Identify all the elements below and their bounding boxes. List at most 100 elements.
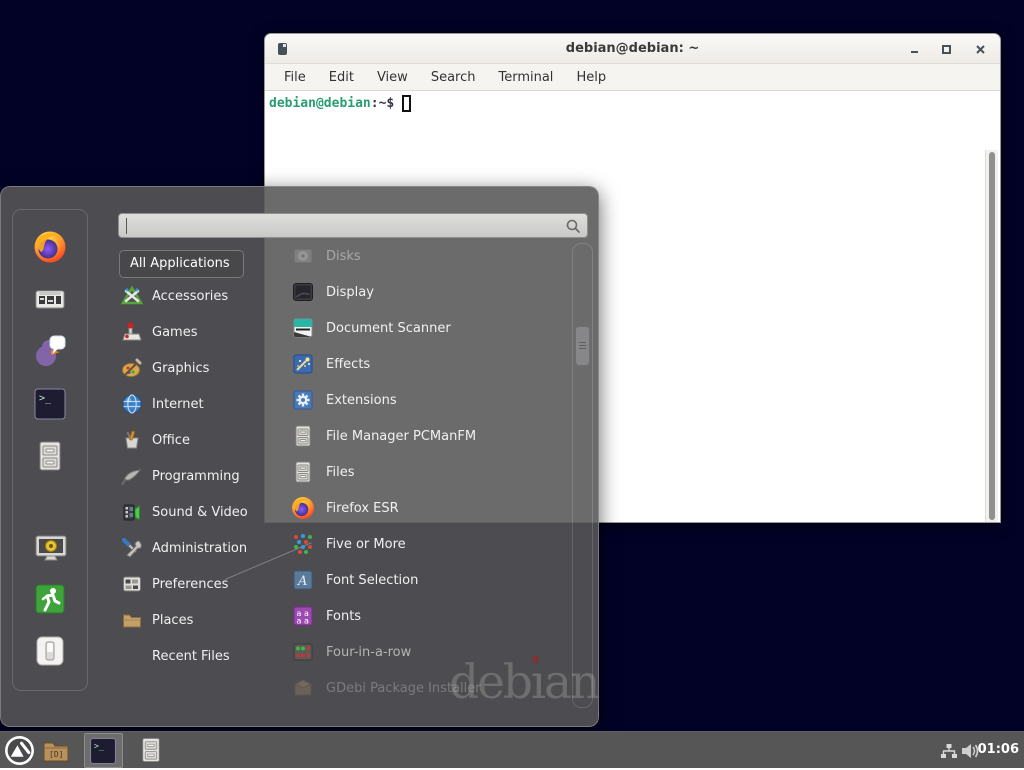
app-label: Effects [326, 357, 370, 372]
category-accessories[interactable]: Accessories [121, 278, 286, 314]
terminal-scrollbar[interactable] [985, 150, 998, 522]
svg-text:A: A [297, 574, 307, 589]
scrollbar-thumb[interactable] [989, 152, 995, 520]
display-icon [291, 280, 315, 304]
category-all-applications[interactable]: All Applications [119, 250, 244, 278]
terminal-menubar: File Edit View Search Terminal Help [265, 64, 1000, 91]
administration-icon [121, 537, 143, 559]
app-extensions[interactable]: Extensions [291, 382, 571, 418]
menu-search[interactable]: Search [431, 70, 476, 85]
terminal-title: debian@debian: ~ [265, 41, 1000, 56]
lock-screen-icon [33, 530, 69, 566]
app-display[interactable]: Display [291, 274, 571, 310]
prompt-suffix: :~$ [371, 96, 394, 111]
menu-button[interactable] [4, 735, 35, 770]
menu-view[interactable]: View [377, 70, 408, 85]
menu-edit[interactable]: Edit [329, 70, 354, 85]
file-cabinet-icon [291, 424, 315, 448]
menu-help[interactable]: Help [576, 70, 606, 85]
accessories-icon [121, 285, 143, 307]
app-label: Four-in-a-row [326, 645, 411, 660]
category-places[interactable]: Places [121, 602, 286, 638]
log-out-button[interactable] [33, 582, 67, 616]
category-label: Programming [152, 469, 240, 484]
preferences-icon [121, 573, 143, 595]
app-fonts[interactable]: a a a a Fonts [291, 598, 571, 634]
file-cabinet-icon [33, 439, 67, 473]
menu-terminal[interactable]: Terminal [498, 70, 553, 85]
app-label: GDebi Package Installer [326, 681, 481, 696]
category-recent-files[interactable]: Recent Files [121, 638, 286, 674]
favorite-file-manager[interactable] [33, 439, 67, 473]
maximize-button[interactable] [942, 45, 951, 54]
disks-icon [291, 244, 315, 268]
app-font-selection[interactable]: A Font Selection [291, 562, 571, 598]
terminal-icon: >_ [33, 387, 67, 421]
search-icon [565, 218, 581, 234]
lock-screen-button[interactable] [33, 530, 67, 564]
category-label: Games [152, 325, 197, 340]
category-label: Accessories [152, 289, 228, 304]
programming-icon [121, 465, 143, 487]
category-programming[interactable]: Programming [121, 458, 286, 494]
app-five-or-more[interactable]: Five or More [291, 526, 571, 562]
app-label: Font Selection [326, 573, 418, 588]
network-tray-icon[interactable] [940, 743, 958, 763]
category-administration[interactable]: Administration [121, 530, 286, 566]
taskbar-file-cabinet[interactable] [137, 736, 165, 768]
internet-globe-icon [121, 393, 143, 415]
category-sound-video[interactable]: Sound & Video [121, 494, 286, 530]
menu-logo-icon [4, 735, 35, 766]
minimize-button[interactable] [911, 51, 918, 53]
category-games[interactable]: Games [121, 314, 286, 350]
launcher-panel-icon [33, 282, 67, 316]
favorite-terminal[interactable]: >_ [33, 387, 67, 421]
taskbar-file-manager[interactable]: [D] [41, 736, 71, 770]
search-input[interactable] [118, 213, 588, 238]
app-document-scanner[interactable]: Document Scanner [291, 310, 571, 346]
app-file-manager-pcmanfm[interactable]: File Manager PCManFM [291, 418, 571, 454]
category-label: Graphics [152, 361, 209, 376]
svg-text:>_: >_ [94, 741, 104, 751]
svg-text:a a: a a [297, 617, 309, 626]
firefox-icon [33, 230, 67, 264]
prompt-user-host: debian@debian [269, 96, 371, 111]
app-label: Disks [326, 249, 361, 264]
taskbar-clock[interactable]: 01:06 [978, 742, 1019, 757]
terminal-titlebar[interactable]: debian@debian: ~ [265, 34, 1000, 64]
office-icon [121, 429, 143, 451]
gdebi-package-icon [291, 676, 315, 700]
extensions-icon [291, 388, 315, 412]
category-graphics[interactable]: Graphics [121, 350, 286, 386]
category-office[interactable]: Office [121, 422, 286, 458]
app-disks[interactable]: Disks [291, 238, 571, 274]
app-gdebi-package-installer[interactable]: GDebi Package Installer [291, 670, 571, 706]
fonts-icon: a a a a [291, 604, 315, 628]
app-label: Extensions [326, 393, 397, 408]
games-icon [121, 321, 143, 343]
app-label: Firefox ESR [326, 501, 399, 516]
category-label: Administration [152, 541, 247, 556]
app-effects[interactable]: Effects [291, 346, 571, 382]
app-label: Display [326, 285, 374, 300]
shut-down-button[interactable] [33, 634, 67, 668]
close-button[interactable] [975, 44, 986, 55]
category-preferences[interactable]: Preferences [121, 566, 286, 602]
menu-scrollbar[interactable] [572, 243, 593, 708]
app-firefox-esr[interactable]: Firefox ESR [291, 490, 571, 526]
app-label: Fonts [326, 609, 361, 624]
font-selection-icon: A [291, 568, 315, 592]
taskbar-terminal[interactable]: >_ [89, 737, 117, 769]
menu-file[interactable]: File [284, 70, 306, 85]
places-folder-icon [121, 609, 143, 631]
category-internet[interactable]: Internet [121, 386, 286, 422]
four-in-a-row-icon [291, 640, 315, 664]
favorite-pidgin[interactable] [33, 334, 67, 368]
menu-scrollbar-thumb[interactable] [575, 326, 590, 366]
app-files[interactable]: Files [291, 454, 571, 490]
taskbar: [D] >_ [0, 731, 1024, 768]
favorite-firefox[interactable] [33, 230, 67, 264]
category-label: Internet [152, 397, 204, 412]
app-four-in-a-row[interactable]: Four-in-a-row [291, 634, 571, 670]
favorite-launcher-panel[interactable] [33, 282, 67, 316]
